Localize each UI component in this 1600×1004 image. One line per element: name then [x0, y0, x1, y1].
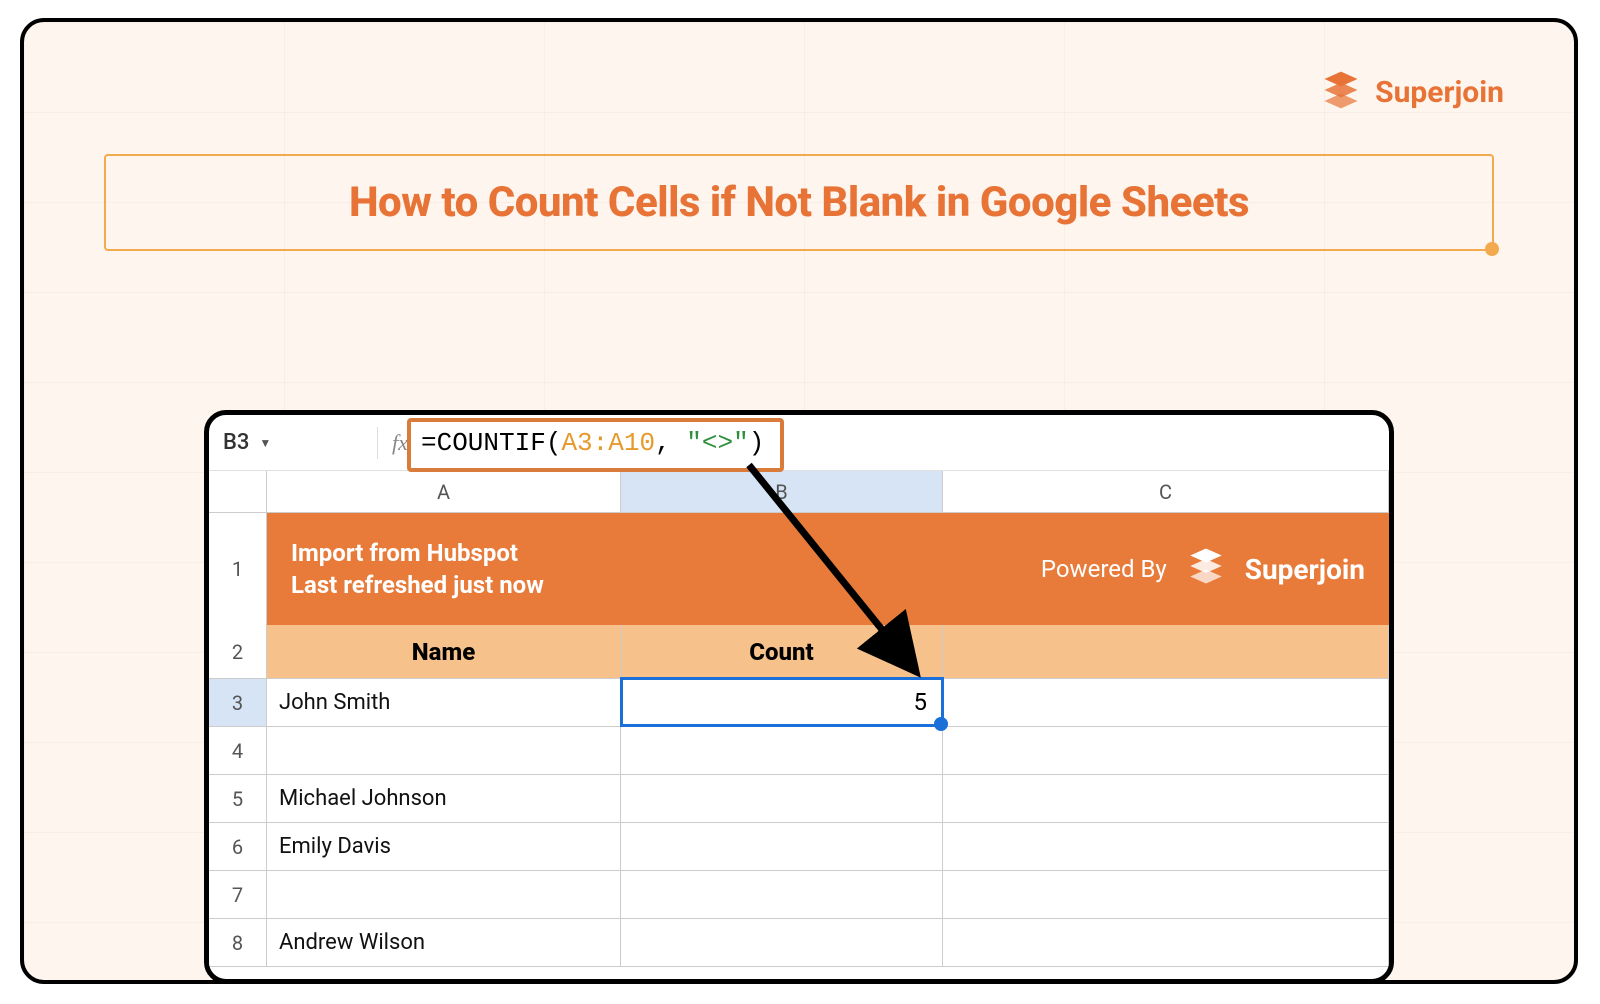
table-row-1: 1 Import from Hubspot Last refreshed jus…	[209, 513, 1389, 625]
row-number[interactable]: 7	[209, 871, 267, 918]
cell-B7[interactable]	[621, 871, 943, 918]
cell-A4[interactable]	[267, 727, 621, 774]
banner-brand: Powered By Superjoin	[1041, 545, 1365, 593]
cell-C8[interactable]	[943, 919, 1389, 966]
cell-C6[interactable]	[943, 823, 1389, 870]
formula-text-prefix: =COUNTIF(	[421, 428, 561, 458]
header-empty[interactable]	[943, 625, 1389, 678]
column-headers: A B C	[209, 471, 1389, 513]
table-row-6: 6 Emily Davis	[209, 823, 1389, 871]
cell-B5[interactable]	[621, 775, 943, 822]
tutorial-card: Superjoin How to Count Cells if Not Blan…	[20, 18, 1578, 984]
row-number[interactable]: 3	[209, 679, 267, 726]
selection-handle-icon	[1485, 242, 1499, 256]
cell-C3[interactable]	[943, 679, 1389, 726]
cell-B6[interactable]	[621, 823, 943, 870]
powered-by-label: Powered By	[1041, 555, 1167, 583]
brand-name: Superjoin	[1375, 75, 1504, 110]
row-number[interactable]: 4	[209, 727, 267, 774]
header-name[interactable]: Name	[267, 625, 621, 678]
column-header-C[interactable]: C	[943, 471, 1389, 512]
formula-text-sep: ,	[655, 428, 686, 458]
superjoin-logo-icon	[1319, 68, 1363, 116]
cell-C5[interactable]	[943, 775, 1389, 822]
table-row-3: 3 John Smith 5	[209, 679, 1389, 727]
cell-B4[interactable]	[621, 727, 943, 774]
formula-bar-highlight[interactable]: =COUNTIF(A3:A10, "<>")	[407, 418, 784, 472]
spreadsheet-frame: B3 ▼ fx =COUNTIF(A3:A10, "<>") A B C 1 I…	[204, 410, 1394, 984]
row-number[interactable]: 1	[209, 513, 267, 625]
fx-icon: fx	[392, 430, 408, 456]
title-box: How to Count Cells if Not Blank in Googl…	[104, 154, 1494, 251]
formula-range: A3:A10	[561, 428, 655, 458]
select-all-corner[interactable]	[209, 471, 267, 512]
chevron-down-icon[interactable]: ▼	[259, 436, 271, 450]
table-row-2: 2 Name Count	[209, 625, 1389, 679]
cell-A5[interactable]: Michael Johnson	[267, 775, 621, 822]
active-cell-value: 5	[914, 688, 928, 716]
banner-text: Import from Hubspot Last refreshed just …	[291, 537, 544, 602]
name-box[interactable]: B3 ▼	[223, 430, 363, 455]
cell-A3[interactable]: John Smith	[267, 679, 621, 726]
toolbar-divider	[377, 427, 378, 459]
fill-handle-icon[interactable]	[934, 717, 948, 731]
active-cell-B3[interactable]: 5	[620, 677, 944, 727]
row-number[interactable]: 5	[209, 775, 267, 822]
cell-A7[interactable]	[267, 871, 621, 918]
row-number[interactable]: 8	[209, 919, 267, 966]
row-number[interactable]: 6	[209, 823, 267, 870]
header-count[interactable]: Count	[621, 625, 943, 678]
table-row-4: 4	[209, 727, 1389, 775]
cell-A8[interactable]: Andrew Wilson	[267, 919, 621, 966]
cell-B8[interactable]	[621, 919, 943, 966]
table-row-8: 8 Andrew Wilson	[209, 919, 1389, 967]
cell-C7[interactable]	[943, 871, 1389, 918]
import-banner: Import from Hubspot Last refreshed just …	[267, 513, 1389, 625]
brand-lockup: Superjoin	[1319, 68, 1504, 116]
page-title: How to Count Cells if Not Blank in Googl…	[136, 178, 1462, 227]
table-row-7: 7	[209, 871, 1389, 919]
column-header-B[interactable]: B	[621, 471, 943, 512]
formula-criteria: "<>"	[686, 428, 748, 458]
column-header-A[interactable]: A	[267, 471, 621, 512]
formula-text-suffix: )	[749, 428, 765, 458]
banner-brand-text: Superjoin	[1245, 553, 1365, 586]
banner-line2: Last refreshed just now	[291, 569, 544, 601]
active-cell-ref: B3	[223, 430, 249, 455]
cell-A6[interactable]: Emily Davis	[267, 823, 621, 870]
banner-line1: Import from Hubspot	[291, 537, 544, 569]
row-number[interactable]: 2	[209, 625, 267, 678]
formula-toolbar: B3 ▼ fx =COUNTIF(A3:A10, "<>")	[209, 415, 1389, 471]
superjoin-logo-icon	[1185, 545, 1227, 593]
cell-C4[interactable]	[943, 727, 1389, 774]
table-row-5: 5 Michael Johnson	[209, 775, 1389, 823]
